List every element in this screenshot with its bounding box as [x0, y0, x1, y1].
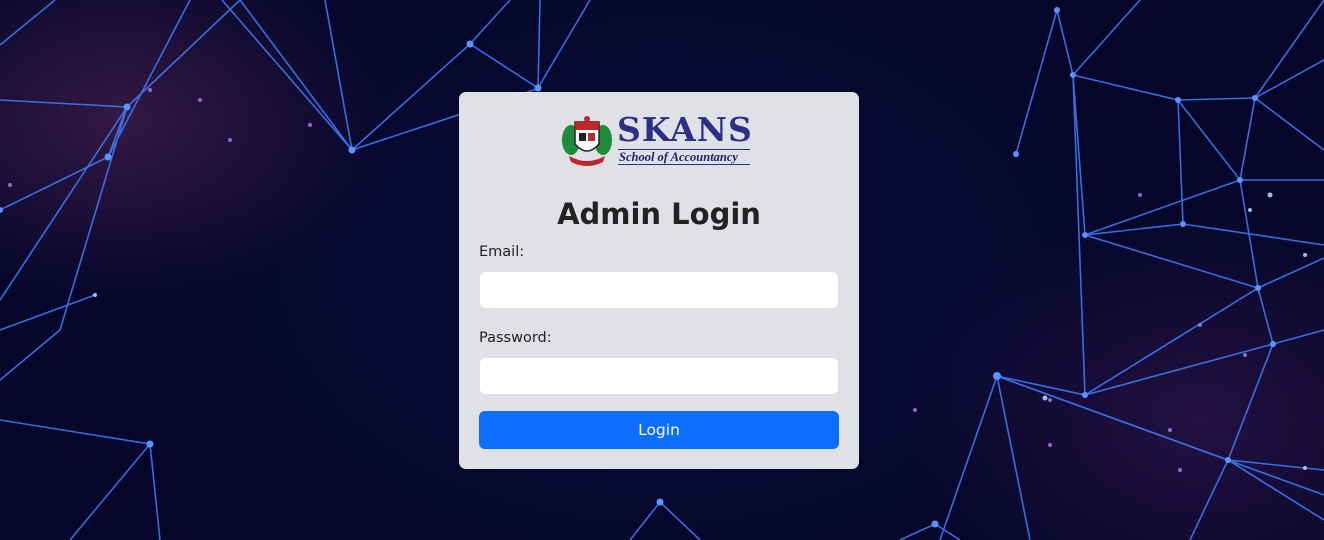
- skans-logo: SKANS School of Accountancy: [561, 110, 753, 170]
- login-card: SKANS School of Accountancy Admin Login …: [459, 92, 859, 469]
- password-label: Password:: [479, 330, 552, 346]
- page-title: Admin Login: [557, 197, 761, 231]
- email-label: Email:: [479, 244, 525, 260]
- password-input[interactable]: [479, 357, 839, 395]
- email-input[interactable]: [479, 271, 839, 309]
- login-button[interactable]: Login: [479, 411, 839, 449]
- school-crest-icon: [562, 116, 612, 166]
- brand-tagline: School of Accountancy: [618, 149, 750, 165]
- brand-name: SKANS: [617, 110, 753, 149]
